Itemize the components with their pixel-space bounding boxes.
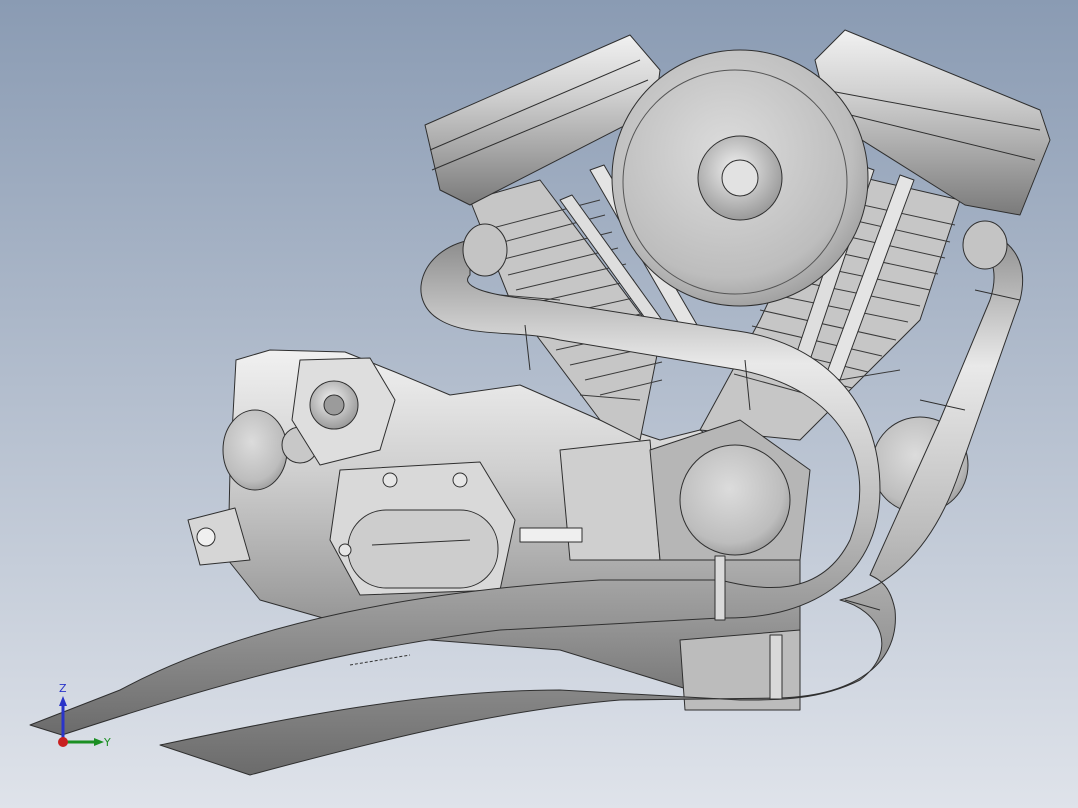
graphics-viewport[interactable]: Z Y [0, 0, 1078, 808]
carb-intake[interactable] [679, 444, 791, 556]
y-axis-label: Y [103, 736, 111, 749]
air-cleaner-nut [721, 159, 759, 197]
front-pipe-clamp [769, 634, 783, 700]
z-axis-head [59, 696, 67, 706]
mount-hole [196, 527, 216, 547]
cover-bolt-3 [338, 543, 352, 557]
coordinate-triad: Z Y [58, 682, 111, 749]
point-cover[interactable] [347, 509, 499, 589]
output-shaft [519, 527, 583, 543]
z-axis-label: Z [59, 682, 67, 695]
cover-bolt-2 [452, 472, 468, 488]
engine-model-view[interactable] [0, 0, 1078, 808]
y-axis-head [94, 738, 104, 746]
front-exhaust-flange [962, 220, 1008, 270]
rear-pipe-clamp [714, 555, 726, 621]
cover-bolt-1 [382, 472, 398, 488]
rear-exhaust-flange [462, 223, 508, 277]
drive-nut-center [323, 394, 345, 416]
starter-motor[interactable] [222, 409, 288, 491]
x-axis-dot [58, 737, 68, 747]
